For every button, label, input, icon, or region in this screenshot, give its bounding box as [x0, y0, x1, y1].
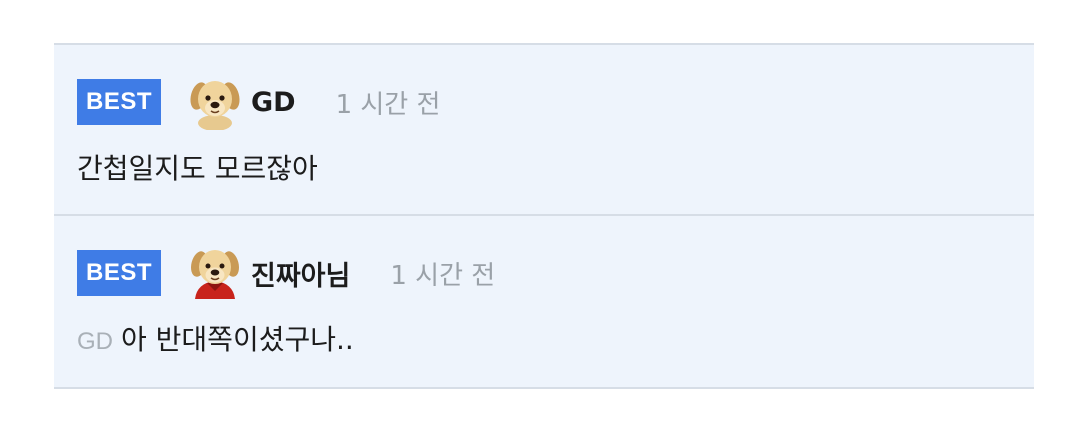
comment-header: BEST GD 1 시간 전 [77, 74, 440, 130]
comment-body: 아 반대쪽이셨구나.. [121, 323, 354, 356]
comment-header: BEST 진짜아님 1 시간 전 [77, 245, 495, 301]
comment-item: BEST 진짜아님 1 시간 전 GD 아 반대쪽이셨구나.. [54, 214, 1034, 389]
mention-tag[interactable]: GD [77, 328, 113, 355]
comment-text: GD 아 반대쪽이셨구나.. [77, 318, 354, 358]
comment-body: 간첩일지도 모르잖아 [77, 152, 318, 185]
comment-item: BEST GD 1 시간 전 간첩일지도 모르잖아 [54, 43, 1034, 214]
puppy-icon[interactable] [187, 74, 243, 130]
comment-time: 1 시간 전 [335, 89, 441, 120]
comment-time: 1 시간 전 [390, 260, 496, 291]
comment-list: BEST GD 1 시간 전 간첩일지도 모르잖아 BEST 진짜아님 1 시간… [54, 43, 1034, 389]
username[interactable]: 진짜아님 [251, 254, 350, 293]
username[interactable]: GD [251, 87, 296, 118]
comment-text: 간첩일지도 모르잖아 [77, 147, 318, 187]
best-badge: BEST [77, 79, 161, 125]
puppy-cape-icon[interactable] [187, 245, 243, 301]
best-badge: BEST [77, 250, 161, 296]
